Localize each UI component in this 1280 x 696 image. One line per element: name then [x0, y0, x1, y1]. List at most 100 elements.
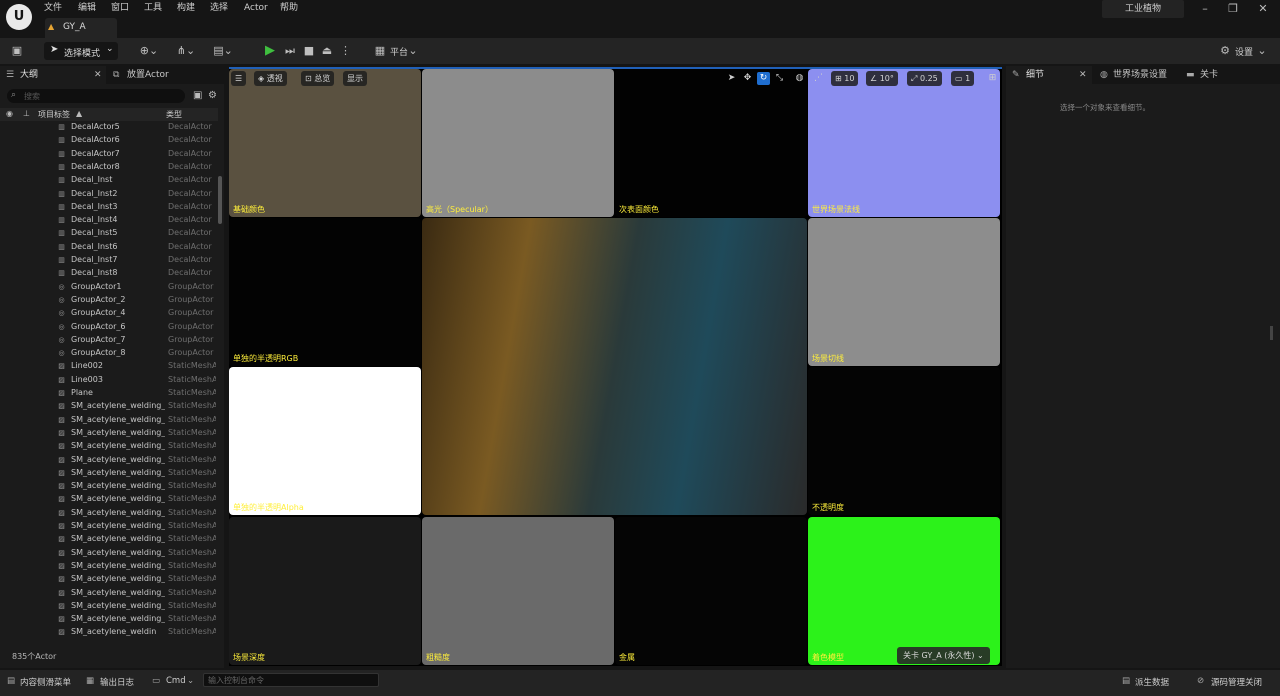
buffer-visualization-tile[interactable]: 世界场景法线	[808, 69, 1000, 217]
tab-place-actors[interactable]: ⧉ 放置Actor	[108, 66, 208, 84]
outliner-row[interactable]: ▨ Line003 StaticMeshA	[0, 374, 218, 387]
tab-details[interactable]: ✎ 细节 ✕	[1006, 66, 1092, 84]
menu-help[interactable]: 帮助	[280, 2, 298, 14]
outliner-row[interactable]: ▨ SM_acetylene_welding_ StaticMeshA	[0, 600, 218, 613]
outliner-row[interactable]: ▨ SM_acetylene_welding_ StaticMeshA	[0, 587, 218, 600]
save-icon[interactable]: ▣	[9, 43, 25, 59]
outliner-row[interactable]: ▨ SM_acetylene_welding_ StaticMeshA	[0, 520, 218, 533]
outliner-row[interactable]: ▥ Decal_Inst3 DecalActor	[0, 201, 218, 214]
outliner-search[interactable]: ⌕	[7, 89, 185, 103]
outliner-row[interactable]: ▥ DecalActor5 DecalActor	[0, 121, 218, 134]
gear-icon[interactable]: ⚙	[1218, 43, 1232, 59]
outliner-row[interactable]: ▨ SM_acetylene_welding_ StaticMeshA	[0, 533, 218, 546]
minimize-icon[interactable]: –	[1190, 0, 1220, 18]
outliner-row[interactable]: ▥ Decal_Inst DecalActor	[0, 174, 218, 187]
buffer-visualization-tile[interactable]: 基础颜色	[229, 69, 421, 217]
outliner-row[interactable]: ▨ SM_acetylene_welding_ StaticMeshA	[0, 440, 218, 453]
output-log-button[interactable]: 输出日志	[100, 676, 134, 688]
stop-icon[interactable]: ■	[302, 43, 316, 59]
gear-icon[interactable]: ⚙	[208, 90, 217, 101]
outliner-row[interactable]: ▨ SM_acetylene_weldin StaticMeshA	[0, 626, 218, 639]
menu-actor[interactable]: Actor	[244, 2, 268, 14]
scale-snap-button[interactable]: ⤢ 0.25	[907, 71, 942, 86]
chevron-down-icon[interactable]: ⌄	[187, 676, 194, 686]
search-input[interactable]	[24, 90, 180, 102]
tab-outliner[interactable]: ☰ 大纲 ✕	[0, 66, 106, 84]
cinematics-icon[interactable]: ▤⌄	[210, 43, 236, 59]
world-space-icon[interactable]: ◍	[793, 72, 806, 85]
eject-icon[interactable]: ⏏	[320, 43, 334, 59]
perspective-button[interactable]: ◈ 透视	[254, 71, 287, 86]
menu-build[interactable]: 构建	[177, 2, 195, 14]
scene-render-view[interactable]	[422, 218, 807, 515]
platform-icon[interactable]: ▦	[373, 43, 387, 59]
outliner-row[interactable]: ▥ Decal_Inst2 DecalActor	[0, 188, 218, 201]
grid-snap-button[interactable]: ⊞ 10	[831, 71, 859, 86]
play-icon[interactable]: ▶	[262, 43, 278, 59]
outliner-row[interactable]: ◎ GroupActor_7 GroupActor	[0, 334, 218, 347]
outliner-row[interactable]: ▨ SM_acetylene_welding_ StaticMeshA	[0, 427, 218, 440]
menu-select[interactable]: 选择	[210, 2, 228, 14]
menu-file[interactable]: 文件	[44, 2, 62, 14]
add-actor-icon[interactable]: ⊕⌄	[136, 43, 162, 59]
buffer-visualization-tile[interactable]: 粗糙度	[422, 517, 614, 665]
more-options-icon[interactable]: ⋮	[340, 43, 351, 59]
outliner-row[interactable]: ◎ GroupActor_4 GroupActor	[0, 307, 218, 320]
platform-button[interactable]: 平台	[390, 45, 408, 58]
outliner-row[interactable]: ▨ SM_acetylene_welding_ StaticMeshA	[0, 400, 218, 413]
blueprint-icon[interactable]: ⋔⌄	[173, 43, 199, 59]
current-level-badge[interactable]: 关卡 GY_A (永久性) ⌄	[897, 647, 990, 664]
tab-level[interactable]: ▬ 关卡	[1184, 66, 1224, 84]
buffer-visualization-tile[interactable]: 场景深度	[229, 517, 421, 665]
select-tool-icon[interactable]: ➤	[725, 72, 738, 85]
add-folder-icon[interactable]: ▣	[193, 90, 202, 101]
content-drawer-button[interactable]: 内容侧滑菜单	[20, 676, 71, 688]
layout-icon[interactable]: ⊞	[986, 72, 999, 85]
outliner-row[interactable]: ▨ SM_acetylene_welding_ StaticMeshA	[0, 454, 218, 467]
outliner-row[interactable]: ▨ SM_acetylene_welding_ StaticMeshA	[0, 493, 218, 506]
buffer-visualization-tile[interactable]: 不透明度	[808, 367, 1000, 515]
outliner-row[interactable]: ◎ GroupActor1 GroupActor	[0, 281, 218, 294]
outliner-row[interactable]: ◎ GroupActor_2 GroupActor	[0, 294, 218, 307]
menu-tools[interactable]: 工具	[144, 2, 162, 14]
outliner-row[interactable]: ▨ SM_acetylene_welding_ StaticMeshA	[0, 547, 218, 560]
cmd-button[interactable]: Cmd	[166, 676, 186, 686]
menu-window[interactable]: 窗口	[111, 2, 129, 14]
outliner-row[interactable]: ◎ GroupActor_6 GroupActor	[0, 321, 218, 334]
pin-icon[interactable]: ⊥	[23, 109, 30, 118]
level-tab[interactable]: ▲ GY_A	[45, 18, 117, 38]
outliner-row[interactable]: ▥ DecalActor8 DecalActor	[0, 161, 218, 174]
visibility-icon[interactable]: ◉	[6, 109, 13, 118]
outliner-row[interactable]: ▨ SM_acetylene_welding_ StaticMeshA	[0, 573, 218, 586]
buffer-visualization-tile[interactable]: 场景切线	[808, 218, 1000, 366]
outliner-scrollbar[interactable]	[218, 176, 222, 224]
buffer-visualization-tile[interactable]: 着色模型	[808, 517, 1000, 665]
level-viewport[interactable]: 基础颜色 高光（Specular） 次表面颜色 世界场景法线单独的半透明RGB 场景切线…	[229, 67, 1002, 666]
camera-speed-button[interactable]: ▭ 1	[951, 71, 975, 86]
outliner-row[interactable]: ▨ SM_acetylene_welding_ StaticMeshA	[0, 480, 218, 493]
outliner-row[interactable]: ▥ Decal_Inst5 DecalActor	[0, 227, 218, 240]
outliner-row[interactable]: ▥ Decal_Inst7 DecalActor	[0, 254, 218, 267]
view-mode-button[interactable]: ⊡ 总览	[301, 71, 335, 86]
rotate-tool-icon[interactable]: ↻	[757, 72, 770, 85]
scale-tool-icon[interactable]: ⤡	[773, 72, 786, 85]
close-tab-icon[interactable]: ✕	[1079, 66, 1087, 84]
outliner-row[interactable]: ▥ DecalActor7 DecalActor	[0, 148, 218, 161]
chevron-down-icon[interactable]: ⌄	[1257, 43, 1267, 59]
outliner-row[interactable]: ▥ DecalActor6 DecalActor	[0, 134, 218, 147]
outliner-row[interactable]: ▥ Decal_Inst8 DecalActor	[0, 267, 218, 280]
outliner-row[interactable]: ▨ SM_acetylene_welding_ StaticMeshA	[0, 414, 218, 427]
outliner-row[interactable]: ▨ SM_acetylene_welding_ StaticMeshA	[0, 560, 218, 573]
rotate-snap-button[interactable]: ∠ 10°	[866, 71, 898, 86]
step-icon[interactable]: ⏭	[283, 43, 297, 59]
move-tool-icon[interactable]: ✥	[741, 72, 754, 85]
maximize-icon[interactable]: ❐	[1218, 0, 1248, 18]
outliner-row[interactable]: ▨ Line002 StaticMeshA	[0, 360, 218, 373]
buffer-visualization-tile[interactable]: 次表面颜色	[615, 69, 807, 217]
console-command-input[interactable]	[203, 673, 379, 687]
menu-edit[interactable]: 编辑	[78, 2, 96, 14]
column-label-header[interactable]: 项目标签	[38, 109, 70, 120]
buffer-visualization-tile[interactable]: 高光（Specular）	[422, 69, 614, 217]
buffer-visualization-tile[interactable]: 单独的半透明RGB	[229, 218, 421, 366]
outliner-row[interactable]: ▥ Decal_Inst6 DecalActor	[0, 241, 218, 254]
